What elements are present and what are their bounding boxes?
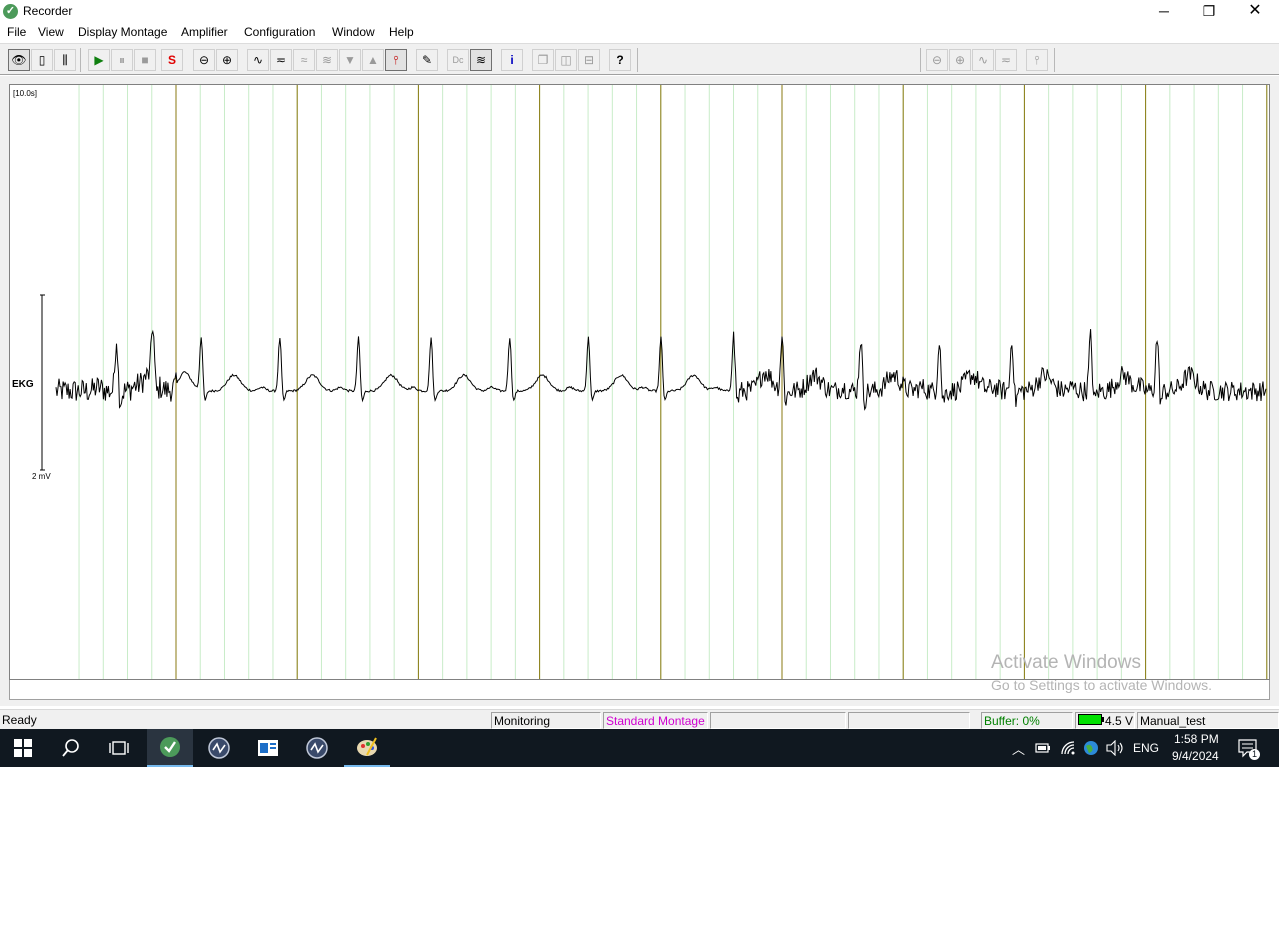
activation-watermark-subtitle: Go to Settings to activate Windows. [991, 677, 1212, 693]
toolbar-separator [80, 48, 81, 72]
help-icon[interactable]: ? [609, 49, 631, 71]
zoom-out-secondary-icon[interactable]: ⊖ [926, 49, 948, 71]
status-buffer: Buffer: 0% [981, 712, 1073, 729]
eye-icon[interactable]: 👁 [8, 49, 30, 71]
marker-secondary-icon[interactable]: ⫯ [1026, 49, 1048, 71]
time-window-label: [10.0s] [13, 89, 37, 98]
zoom-out-icon[interactable]: ⊖ [193, 49, 215, 71]
menu-configuration[interactable]: Configuration [244, 25, 315, 39]
minimize-button[interactable]: ─ [1141, 0, 1187, 23]
save-record-icon[interactable]: S [161, 49, 183, 71]
battery-icon [1078, 714, 1102, 725]
tray-overflow-icon[interactable]: ︿ [1012, 739, 1025, 758]
toolbar-separator [920, 48, 921, 72]
recorder-taskbar-app[interactable] [147, 729, 193, 767]
restore-button[interactable]: ❐ [1186, 0, 1232, 23]
status-empty-2 [848, 712, 970, 729]
volume-icon[interactable] [1106, 740, 1124, 756]
file-explorer-taskbar-app[interactable] [245, 729, 291, 767]
zoom-in-secondary-icon[interactable]: ⊕ [949, 49, 971, 71]
paint-taskbar-app[interactable] [344, 729, 390, 767]
ekg-chart-svg: [10.0s] EKG 2 mV [12, 85, 1268, 679]
ekg-plot[interactable]: [10.0s] EKG 2 mV [9, 84, 1270, 680]
menu-bar: File View Display Montage Amplifier Conf… [0, 23, 1279, 43]
close-button[interactable]: ✕ [1232, 0, 1278, 23]
menu-amplifier[interactable]: Amplifier [181, 25, 228, 39]
toolbar-separator [1054, 48, 1055, 72]
globe-icon[interactable] [1083, 740, 1099, 756]
menu-help[interactable]: Help [389, 25, 414, 39]
start-button[interactable] [0, 729, 46, 767]
analyzer-2-taskbar-app[interactable] [294, 729, 340, 767]
status-ready: Ready [2, 713, 37, 727]
battery-tip [1102, 717, 1104, 722]
baseline-icon[interactable]: ≂ [270, 49, 292, 71]
recorder-app-icon [160, 737, 180, 757]
task-view-icon [109, 741, 129, 755]
toolbar-separator [637, 48, 638, 72]
status-mode: Monitoring [491, 712, 601, 729]
multi-channel-icon[interactable]: ⫼ [54, 49, 76, 71]
layout-horizontal-icon[interactable]: ⊟ [578, 49, 600, 71]
scale-label: 2 mV [32, 472, 51, 481]
filter-icon[interactable]: ≈ [293, 49, 315, 71]
clock-date[interactable]: 9/4/2024 [1172, 749, 1219, 763]
pause-icon[interactable]: ⏸ [111, 49, 133, 71]
title-bar: ✓ Recorder ─ ❐ ✕ [0, 0, 1279, 23]
info-icon[interactable]: i [501, 49, 523, 71]
dc-icon[interactable]: Dc [447, 49, 469, 71]
baseline-secondary-icon[interactable]: ≂ [995, 49, 1017, 71]
menu-display-montage[interactable]: Display Montage [78, 25, 167, 39]
layout-cascade-icon[interactable]: ❐ [532, 49, 554, 71]
menu-view[interactable]: View [38, 25, 64, 39]
paint-palette-icon [357, 737, 377, 756]
document-app-icon [258, 740, 278, 756]
clock-time[interactable]: 1:58 PM [1174, 732, 1219, 746]
waveform-icon[interactable]: ∿ [247, 49, 269, 71]
waveform-secondary-icon[interactable]: ∿ [972, 49, 994, 71]
toolbar: 👁 ▯ ⫼ ▶ ⏸ ■ S ⊖ ⊕ ∿ ≂ ≈ ≋ ▼ ▲ ⫯ ✎ Dc ≋ i… [0, 43, 1279, 75]
stop-icon[interactable]: ■ [134, 49, 156, 71]
menu-file[interactable]: File [7, 25, 26, 39]
marker-icon[interactable]: ⫯ [385, 49, 407, 71]
menu-window[interactable]: Window [332, 25, 375, 39]
activation-watermark-title: Activate Windows [991, 652, 1141, 673]
network-icon[interactable] [1060, 740, 1076, 756]
single-channel-icon[interactable]: ▯ [31, 49, 53, 71]
zoom-in-icon[interactable]: ⊕ [216, 49, 238, 71]
window-title: Recorder [23, 4, 73, 18]
scale-down-icon[interactable]: ▼ [339, 49, 361, 71]
notification-badge: 1 [1249, 749, 1260, 760]
task-view-button[interactable] [96, 729, 142, 767]
play-icon[interactable]: ▶ [88, 49, 110, 71]
filter-wave-icon[interactable]: ≋ [470, 49, 492, 71]
status-montage: Standard Montage [603, 712, 708, 729]
analyzer-app-icon [306, 737, 328, 759]
pencil-icon[interactable]: ✎ [416, 49, 438, 71]
layout-vertical-icon[interactable]: ◫ [555, 49, 577, 71]
stacked-wave-icon[interactable]: ≋ [316, 49, 338, 71]
windows-logo-icon [14, 739, 32, 757]
language-indicator[interactable]: ENG [1133, 741, 1159, 755]
scale-up-icon[interactable]: ▲ [362, 49, 384, 71]
screen: ✓ Recorder ─ ❐ ✕ File View Display Monta… [0, 0, 1279, 939]
status-file: Manual_test [1137, 712, 1279, 729]
search-button[interactable] [48, 729, 94, 767]
analyzer-taskbar-app[interactable] [196, 729, 242, 767]
taskbar: ︿ ENG 1:58 PM 9/4/2024 1 [0, 729, 1279, 767]
status-empty-1 [710, 712, 846, 729]
battery-tray-icon[interactable] [1035, 741, 1051, 755]
search-icon [62, 739, 79, 757]
channel-label: EKG [12, 379, 34, 390]
status-bar: Ready Monitoring Standard Montage Buffer… [0, 709, 1279, 729]
recorder-app-icon: ✓ [3, 4, 18, 19]
analyzer-app-icon [208, 737, 230, 759]
